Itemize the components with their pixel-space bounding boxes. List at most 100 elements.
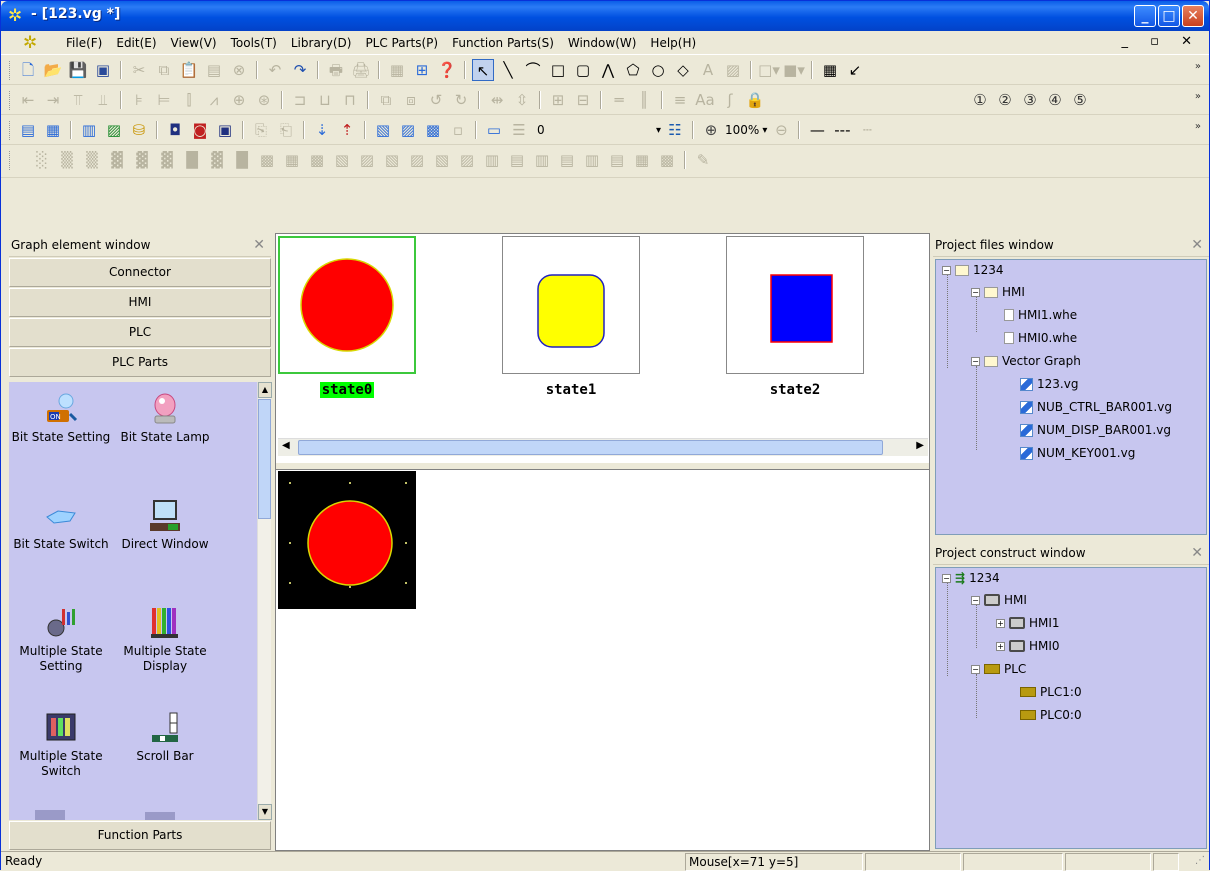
pattern-20-icon[interactable]: ▤ [506,149,528,171]
center-h-icon[interactable]: ⊕ [228,89,250,111]
frame-icon[interactable]: ▭ [483,119,505,141]
menu-tools[interactable]: Tools(T) [224,36,284,50]
pattern-19-icon[interactable]: ▥ [481,149,503,171]
close-button[interactable]: ✕ [1182,5,1204,27]
parts-scrollbar[interactable]: ▲ ▼ [257,382,272,820]
line-tool-icon[interactable]: ╲ [497,59,519,81]
device-icon[interactable]: ▤ [17,119,39,141]
construct-plc-child[interactable]: PLC0:0 [1020,708,1082,722]
tree-file[interactable]: 123.vg [1020,377,1078,391]
pattern-17-icon[interactable]: ▧ [431,149,453,171]
same-height-icon[interactable]: ⊔ [314,89,336,111]
text-style-icon[interactable]: ʃ [719,89,741,111]
map-icon[interactable]: ▥ [78,119,100,141]
zoom-in-icon[interactable]: ⊕ [700,119,722,141]
value-dropdown-arrow[interactable]: ▾ [656,125,661,136]
minimize-button[interactable]: _ [1134,5,1156,27]
construct-hmi[interactable]: − HMI [971,593,1027,607]
menu-help[interactable]: Help(H) [643,36,703,50]
same-size-icon[interactable]: ⊓ [339,89,361,111]
menu-file[interactable]: File(F) [59,36,109,50]
record-icon[interactable]: ◘ [164,119,186,141]
category-plc-parts[interactable]: PLC Parts [9,348,271,377]
pattern-25-icon[interactable]: ▦ [631,149,653,171]
category-hmi[interactable]: HMI [9,288,271,317]
close-panel-icon[interactable]: ✕ [1191,541,1203,565]
pattern-12-icon[interactable]: ▩ [306,149,328,171]
new-file-icon[interactable]: 🗋 [17,59,39,81]
pattern-22-icon[interactable]: ▤ [556,149,578,171]
state-thumbnail-1[interactable] [502,236,640,374]
snap-icon[interactable]: ⊞ [411,59,433,81]
pattern-16-icon[interactable]: ▨ [406,149,428,171]
tree-file[interactable]: NUM_DISP_BAR001.vg [1020,423,1171,437]
align-right-icon[interactable]: ⇥ [42,89,64,111]
pattern-11-icon[interactable]: ▦ [281,149,303,171]
construct-plc-child[interactable]: PLC1:0 [1020,685,1082,699]
construct-plc[interactable]: − PLC [971,662,1026,676]
table-icon[interactable]: ▦ [42,119,64,141]
align-bottom-icon[interactable]: ⫫ [92,89,114,111]
editor-canvas[interactable]: state0 state1 state2 ◀ ▶ [275,233,930,851]
state-0-label[interactable]: state0 [278,382,416,398]
part-scroll-bar[interactable]: Scroll Bar [115,711,215,764]
states-hscrollbar[interactable]: ◀ ▶ [278,438,928,456]
send-back-icon[interactable]: ⧈ [400,89,422,111]
help-icon[interactable]: ❓ [436,59,458,81]
pattern-icon[interactable]: ▦ [819,59,841,81]
save-all-icon[interactable]: ▣ [92,59,114,81]
select-arrow-icon[interactable]: ↖ [472,59,494,81]
text-tool-icon[interactable]: A [697,59,719,81]
part-multiple-state-display[interactable]: Multiple State Display [115,606,215,674]
line-solid-icon[interactable]: — [806,119,828,141]
maximize-button[interactable]: □ [1158,5,1180,27]
align-hcenter-icon[interactable]: ⊧ [128,89,150,111]
pattern-6-icon[interactable]: ▓ [156,149,178,171]
print-preview-icon[interactable]: 🖶 [325,59,347,81]
state-thumbnail-0[interactable] [278,236,416,374]
zoom-out-icon[interactable]: ⊖ [770,119,792,141]
step-5-icon[interactable]: ⑤ [1069,89,1091,111]
download-icon[interactable]: ⇣ [311,119,333,141]
pattern-21-icon[interactable]: ▥ [531,149,553,171]
close-panel-icon[interactable]: ✕ [1191,233,1203,257]
paste-special-icon[interactable]: ▤ [203,59,225,81]
scroll-thumb[interactable] [258,399,271,519]
scroll-up-icon[interactable]: ▲ [258,382,272,398]
pointer-icon[interactable]: ↙ [844,59,866,81]
tree-folder-hmi[interactable]: − HMI [971,285,1025,299]
line-color-icon[interactable]: □▾ [758,59,780,81]
scroll-down-icon[interactable]: ▼ [258,804,272,820]
menu-edit[interactable]: Edit(E) [109,36,163,50]
cut-icon[interactable]: ✂ [128,59,150,81]
ellipse-tool-icon[interactable]: ○ [647,59,669,81]
ungroup-icon[interactable]: ⊟ [572,89,594,111]
polygon-tool-icon[interactable]: ⬠ [622,59,644,81]
grid-icon[interactable]: ▦ [386,59,408,81]
pattern-24-icon[interactable]: ▤ [606,149,628,171]
menu-library[interactable]: Library(D) [284,36,359,50]
pattern-26-icon[interactable]: ▩ [656,149,678,171]
polyline-tool-icon[interactable]: ⋀ [597,59,619,81]
pattern-3-icon[interactable]: ▒ [81,149,103,171]
pattern-14-icon[interactable]: ▨ [356,149,378,171]
pane-splitter[interactable] [276,462,929,470]
arc-tool-icon[interactable]: ⌒ [522,59,544,81]
zoom-select[interactable]: 100% [725,123,759,137]
distribute-v-icon[interactable]: ⩘ [203,89,225,111]
upload-icon[interactable]: ⇡ [336,119,358,141]
trend-4-icon[interactable]: ▫ [447,119,469,141]
menu-view[interactable]: View(V) [164,36,224,50]
undo-icon[interactable]: ↶ [264,59,286,81]
part-bit-state-switch[interactable]: Bit State Switch [11,499,111,552]
export-icon[interactable]: ⎘ [250,119,272,141]
database-icon[interactable]: ⛁ [128,119,150,141]
menu-plc-parts[interactable]: PLC Parts(P) [358,36,445,50]
pattern-1-icon[interactable]: ░ [31,149,53,171]
bring-front-icon[interactable]: ⧉ [375,89,397,111]
category-function-parts[interactable]: Function Parts [9,821,271,850]
eraser-icon[interactable]: ✎ [692,149,714,171]
pattern-23-icon[interactable]: ▥ [581,149,603,171]
category-connector[interactable]: Connector [9,258,271,287]
toolbar-overflow-icon[interactable]: » [1195,61,1201,72]
